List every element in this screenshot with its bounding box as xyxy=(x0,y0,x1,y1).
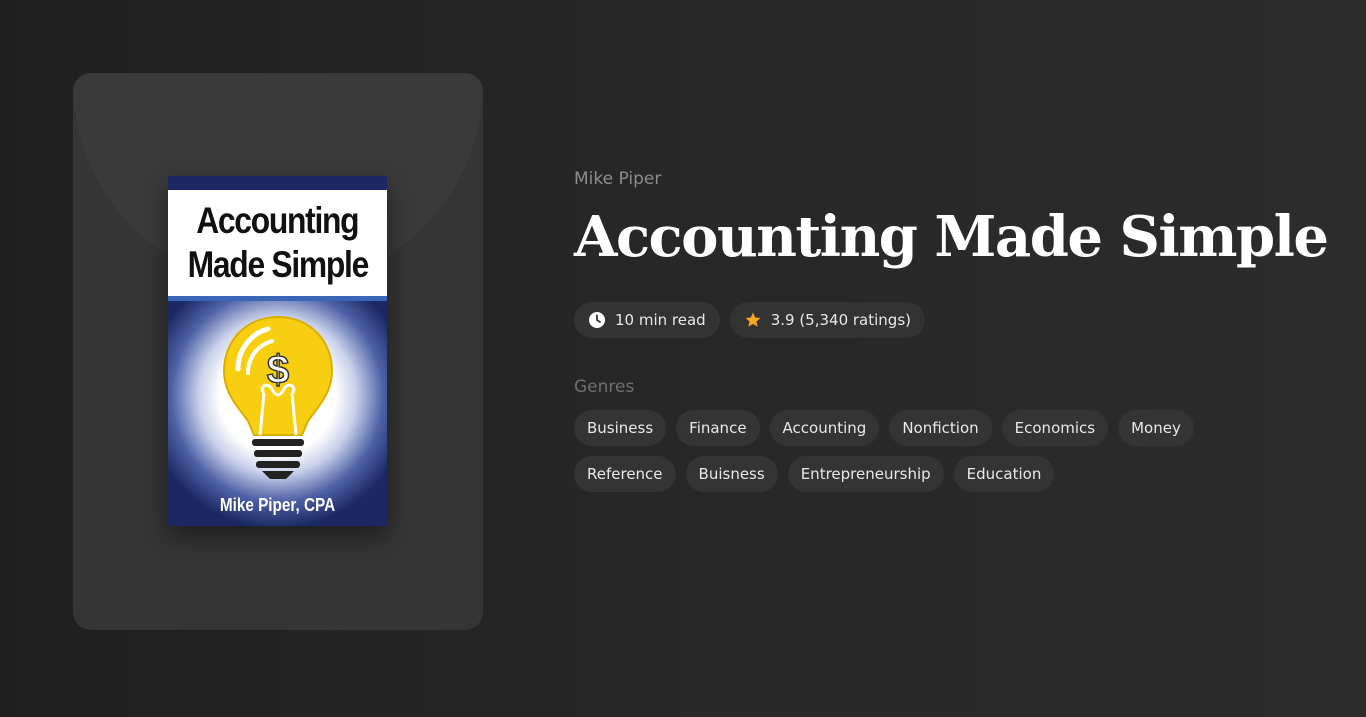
read-time-label: 10 min read xyxy=(615,311,706,329)
book-info: Mike Piper Accounting Made Simple 10 min… xyxy=(574,166,1334,492)
cover-dollar-symbol: $ xyxy=(267,348,289,392)
lightbulb-icon: $ xyxy=(222,315,334,479)
genre-list: Business Finance Accounting Nonfiction E… xyxy=(574,410,1214,492)
genre-tag-buisness[interactable]: Buisness xyxy=(685,456,778,492)
clock-icon xyxy=(588,311,606,329)
genre-tag-reference[interactable]: Reference xyxy=(574,456,676,492)
cover-title-line2: Made Simple xyxy=(187,244,369,285)
rating-chip: 3.9 (5,340 ratings) xyxy=(729,302,925,338)
genres-heading: Genres xyxy=(574,377,635,397)
book-meta: 10 min read 3.9 (5,340 ratings) xyxy=(574,302,1334,338)
cover-top-band xyxy=(168,176,387,190)
book-title: Accounting Made Simple xyxy=(574,204,1329,270)
genre-tag-nonfiction[interactable]: Nonfiction xyxy=(889,410,992,446)
star-icon xyxy=(744,311,762,329)
genre-tag-entrepreneurship[interactable]: Entrepreneurship xyxy=(787,456,944,492)
cover-title-area: Accounting Made Simple xyxy=(168,190,387,296)
cover-title-line1: Accounting xyxy=(196,200,359,241)
book-cover-panel: Accounting Made Simple $ Mike Piper, CPA xyxy=(73,73,483,630)
book-cover-image: Accounting Made Simple $ Mike Piper, CPA xyxy=(168,176,387,526)
genre-tag-economics[interactable]: Economics xyxy=(1001,410,1109,446)
genre-tag-accounting[interactable]: Accounting xyxy=(769,410,880,446)
book-author[interactable]: Mike Piper xyxy=(574,166,1334,192)
cover-author-line: Mike Piper, CPA xyxy=(219,495,336,515)
genre-tag-business[interactable]: Business xyxy=(574,410,667,446)
genre-tag-finance[interactable]: Finance xyxy=(676,410,760,446)
read-time-chip: 10 min read xyxy=(574,302,720,338)
genre-tag-education[interactable]: Education xyxy=(953,456,1055,492)
genre-tag-money[interactable]: Money xyxy=(1118,410,1194,446)
rating-label: 3.9 (5,340 ratings) xyxy=(770,311,911,329)
